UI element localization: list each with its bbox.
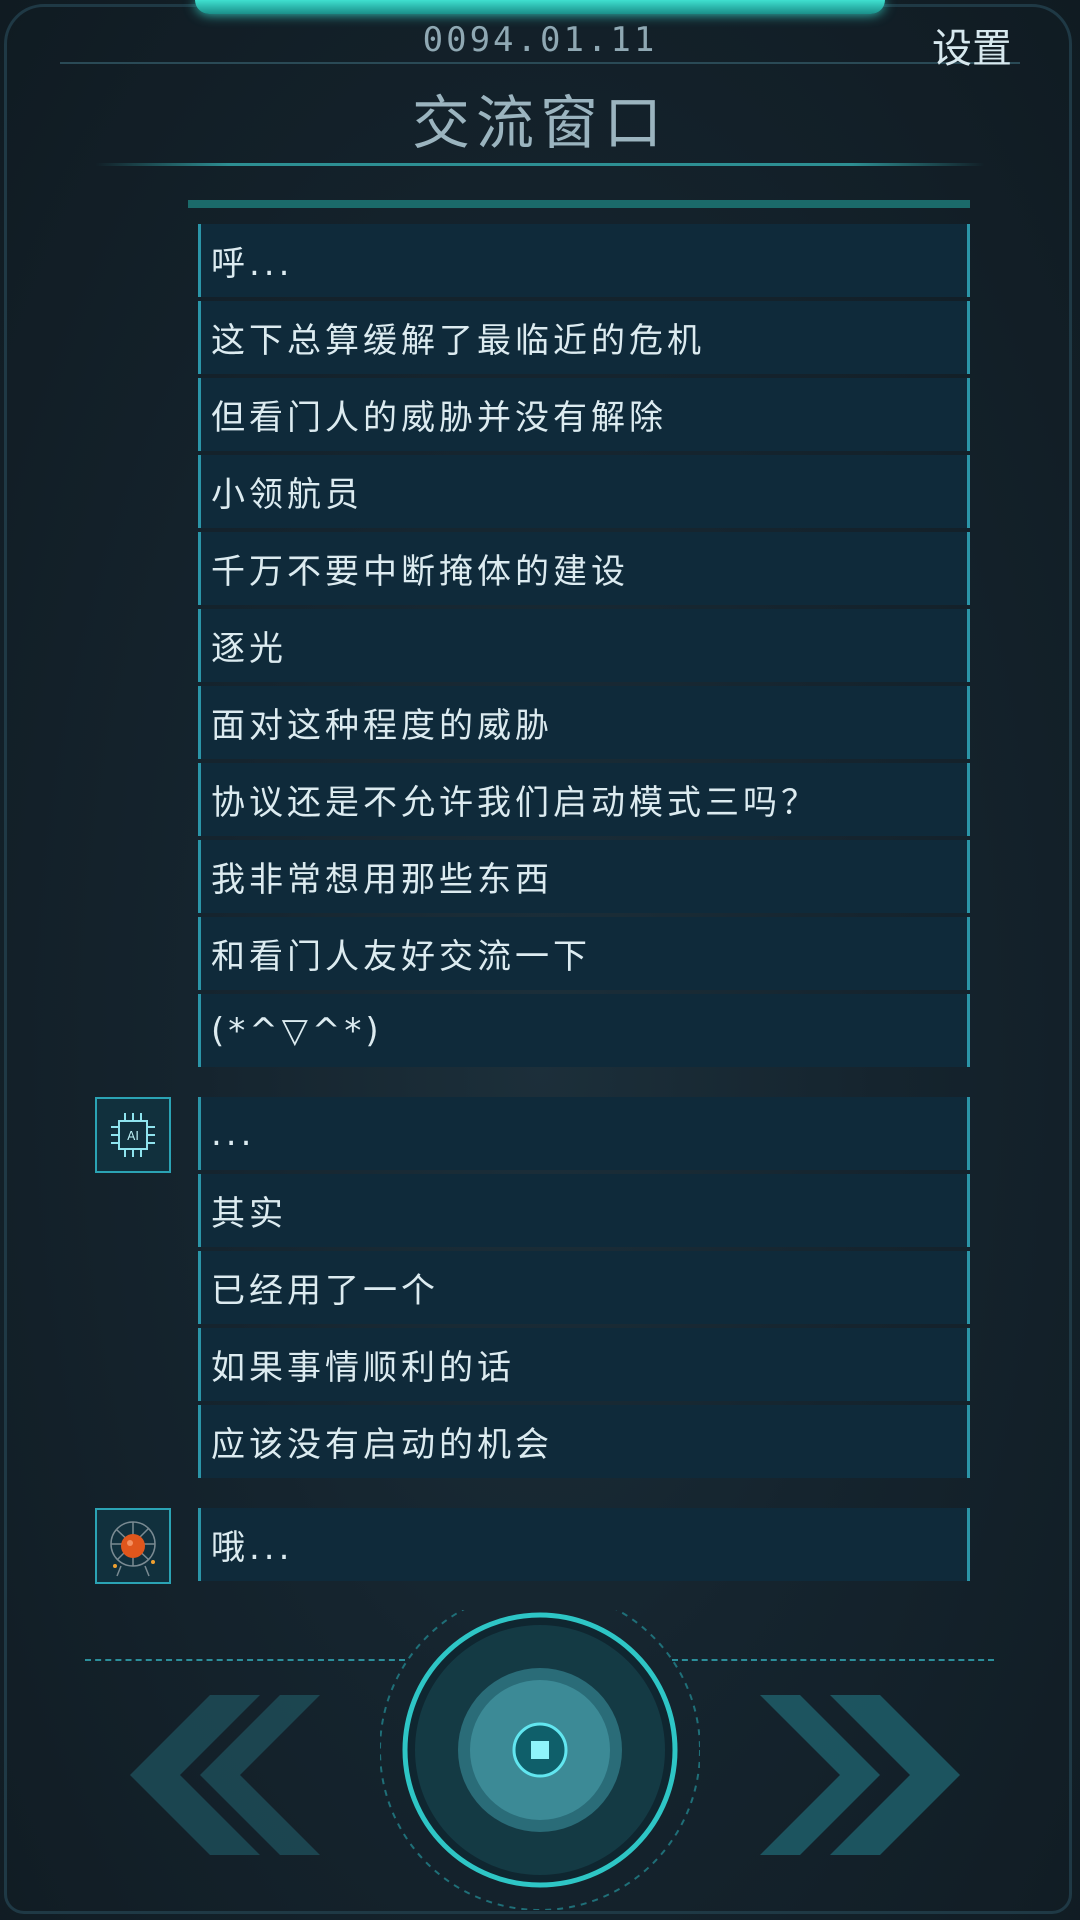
title-divider bbox=[95, 163, 985, 166]
message-bubble: 这下总算缓解了最临近的危机 bbox=[198, 301, 970, 374]
settings-button[interactable]: 设置 bbox=[932, 16, 1012, 74]
center-button-graphic bbox=[379, 1589, 701, 1911]
message-bubble: 应该没有启动的机会 bbox=[198, 1405, 970, 1478]
message-bubble: 和看门人友好交流一下 bbox=[198, 917, 970, 990]
next-button[interactable] bbox=[760, 1695, 980, 1859]
message-bubble: 哦... bbox=[198, 1508, 970, 1581]
message-bubble: 已经用了一个 bbox=[198, 1251, 970, 1324]
message-bubble: 我非常想用那些东西 bbox=[198, 840, 970, 913]
bottom-divider-left bbox=[85, 1659, 405, 1661]
message-bubble: 呼... bbox=[198, 224, 970, 297]
stop-square-icon bbox=[531, 1741, 549, 1759]
message-bubble: 千万不要中断掩体的建设 bbox=[198, 532, 970, 605]
message-bubble: 但看门人的威胁并没有解除 bbox=[198, 378, 970, 451]
message-bubble: 面对这种程度的威胁 bbox=[198, 686, 970, 759]
globe-network-icon bbox=[110, 1521, 156, 1577]
double-chevron-right-icon bbox=[760, 1695, 960, 1855]
message-group-ai: AI ... 其实 已经用了一个 如果事情顺利的话 应该没有启动的机会 bbox=[95, 1097, 970, 1478]
message-group-player: 哦... bbox=[95, 1508, 970, 1584]
message-bubble: 逐光 bbox=[198, 609, 970, 682]
message-bubble: 其实 bbox=[198, 1174, 970, 1247]
game-date: 0094.01.11 bbox=[422, 20, 658, 60]
top-glow-bar bbox=[195, 0, 885, 14]
double-chevron-left-icon bbox=[130, 1695, 320, 1855]
page-title: 交流窗口 bbox=[411, 89, 668, 157]
center-action-button[interactable] bbox=[379, 1589, 701, 1911]
ai-avatar-label: AI bbox=[127, 1129, 139, 1143]
ai-avatar[interactable]: AI bbox=[95, 1097, 171, 1173]
prev-button[interactable] bbox=[100, 1695, 320, 1859]
message-bubble: ... bbox=[198, 1097, 970, 1170]
header-divider bbox=[60, 62, 1020, 64]
message-bubble: 如果事情顺利的话 bbox=[198, 1328, 970, 1401]
message-group-other: 呼... 这下总算缓解了最临近的危机 但看门人的威胁并没有解除 小领航员 千万不… bbox=[198, 224, 970, 1067]
ai-chip-icon: AI bbox=[111, 1113, 155, 1157]
bottom-divider-right bbox=[672, 1659, 994, 1661]
message-bubble: 小领航员 bbox=[198, 455, 970, 528]
chat-log[interactable]: 呼... 这下总算缓解了最临近的危机 但看门人的威胁并没有解除 小领航员 千万不… bbox=[0, 224, 1080, 1604]
message-bubble: 协议还是不允许我们启动模式三吗？ bbox=[198, 763, 970, 836]
message-bubble: (*^▽^*) bbox=[198, 994, 970, 1067]
chat-top-bar bbox=[188, 200, 970, 208]
player-avatar[interactable] bbox=[95, 1508, 171, 1584]
